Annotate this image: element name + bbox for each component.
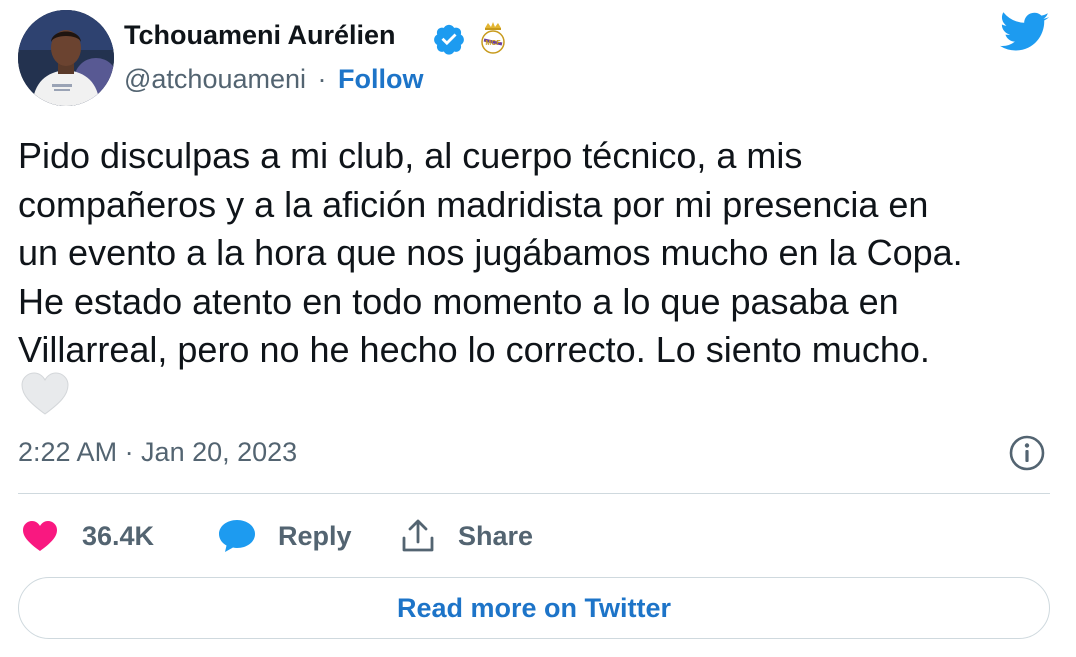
white-heart-icon — [21, 372, 69, 415]
author-handle[interactable]: @atchouameni — [124, 64, 306, 94]
real-madrid-crest-icon: MCF — [481, 22, 505, 54]
twitter-bird-icon[interactable] — [1000, 12, 1050, 54]
read-more-button[interactable]: Read more on Twitter — [18, 577, 1050, 639]
verified-badge-icon — [434, 24, 464, 55]
separator-dot: · — [317, 64, 327, 94]
embedded-tweet-card: Tchouameni Aurélien MCF @atchouameni · F… — [0, 0, 1076, 657]
tweet-text: Pido disculpas a mi club, al cuerpo técn… — [18, 135, 963, 370]
author-handle-row: @atchouameni · Follow — [124, 64, 424, 95]
share-button[interactable]: Share — [400, 516, 533, 556]
reply-bubble-icon — [219, 520, 255, 552]
like-button[interactable]: 36.4K — [22, 516, 154, 556]
heart-icon — [23, 521, 57, 551]
share-label: Share — [458, 520, 534, 551]
follow-link[interactable]: Follow — [338, 64, 423, 94]
share-icon — [402, 519, 434, 552]
author-display-name[interactable]: Tchouameni Aurélien — [124, 20, 396, 51]
avatar[interactable] — [18, 10, 114, 106]
reply-button[interactable]: Reply — [218, 516, 352, 556]
info-icon[interactable] — [1008, 434, 1046, 472]
reply-label: Reply — [278, 520, 352, 551]
like-count: 36.4K — [82, 520, 155, 551]
divider — [18, 493, 1050, 494]
svg-text:MCF: MCF — [485, 40, 501, 47]
tweet-timestamp[interactable]: 2:22 AM · Jan 20, 2023 — [18, 437, 297, 468]
